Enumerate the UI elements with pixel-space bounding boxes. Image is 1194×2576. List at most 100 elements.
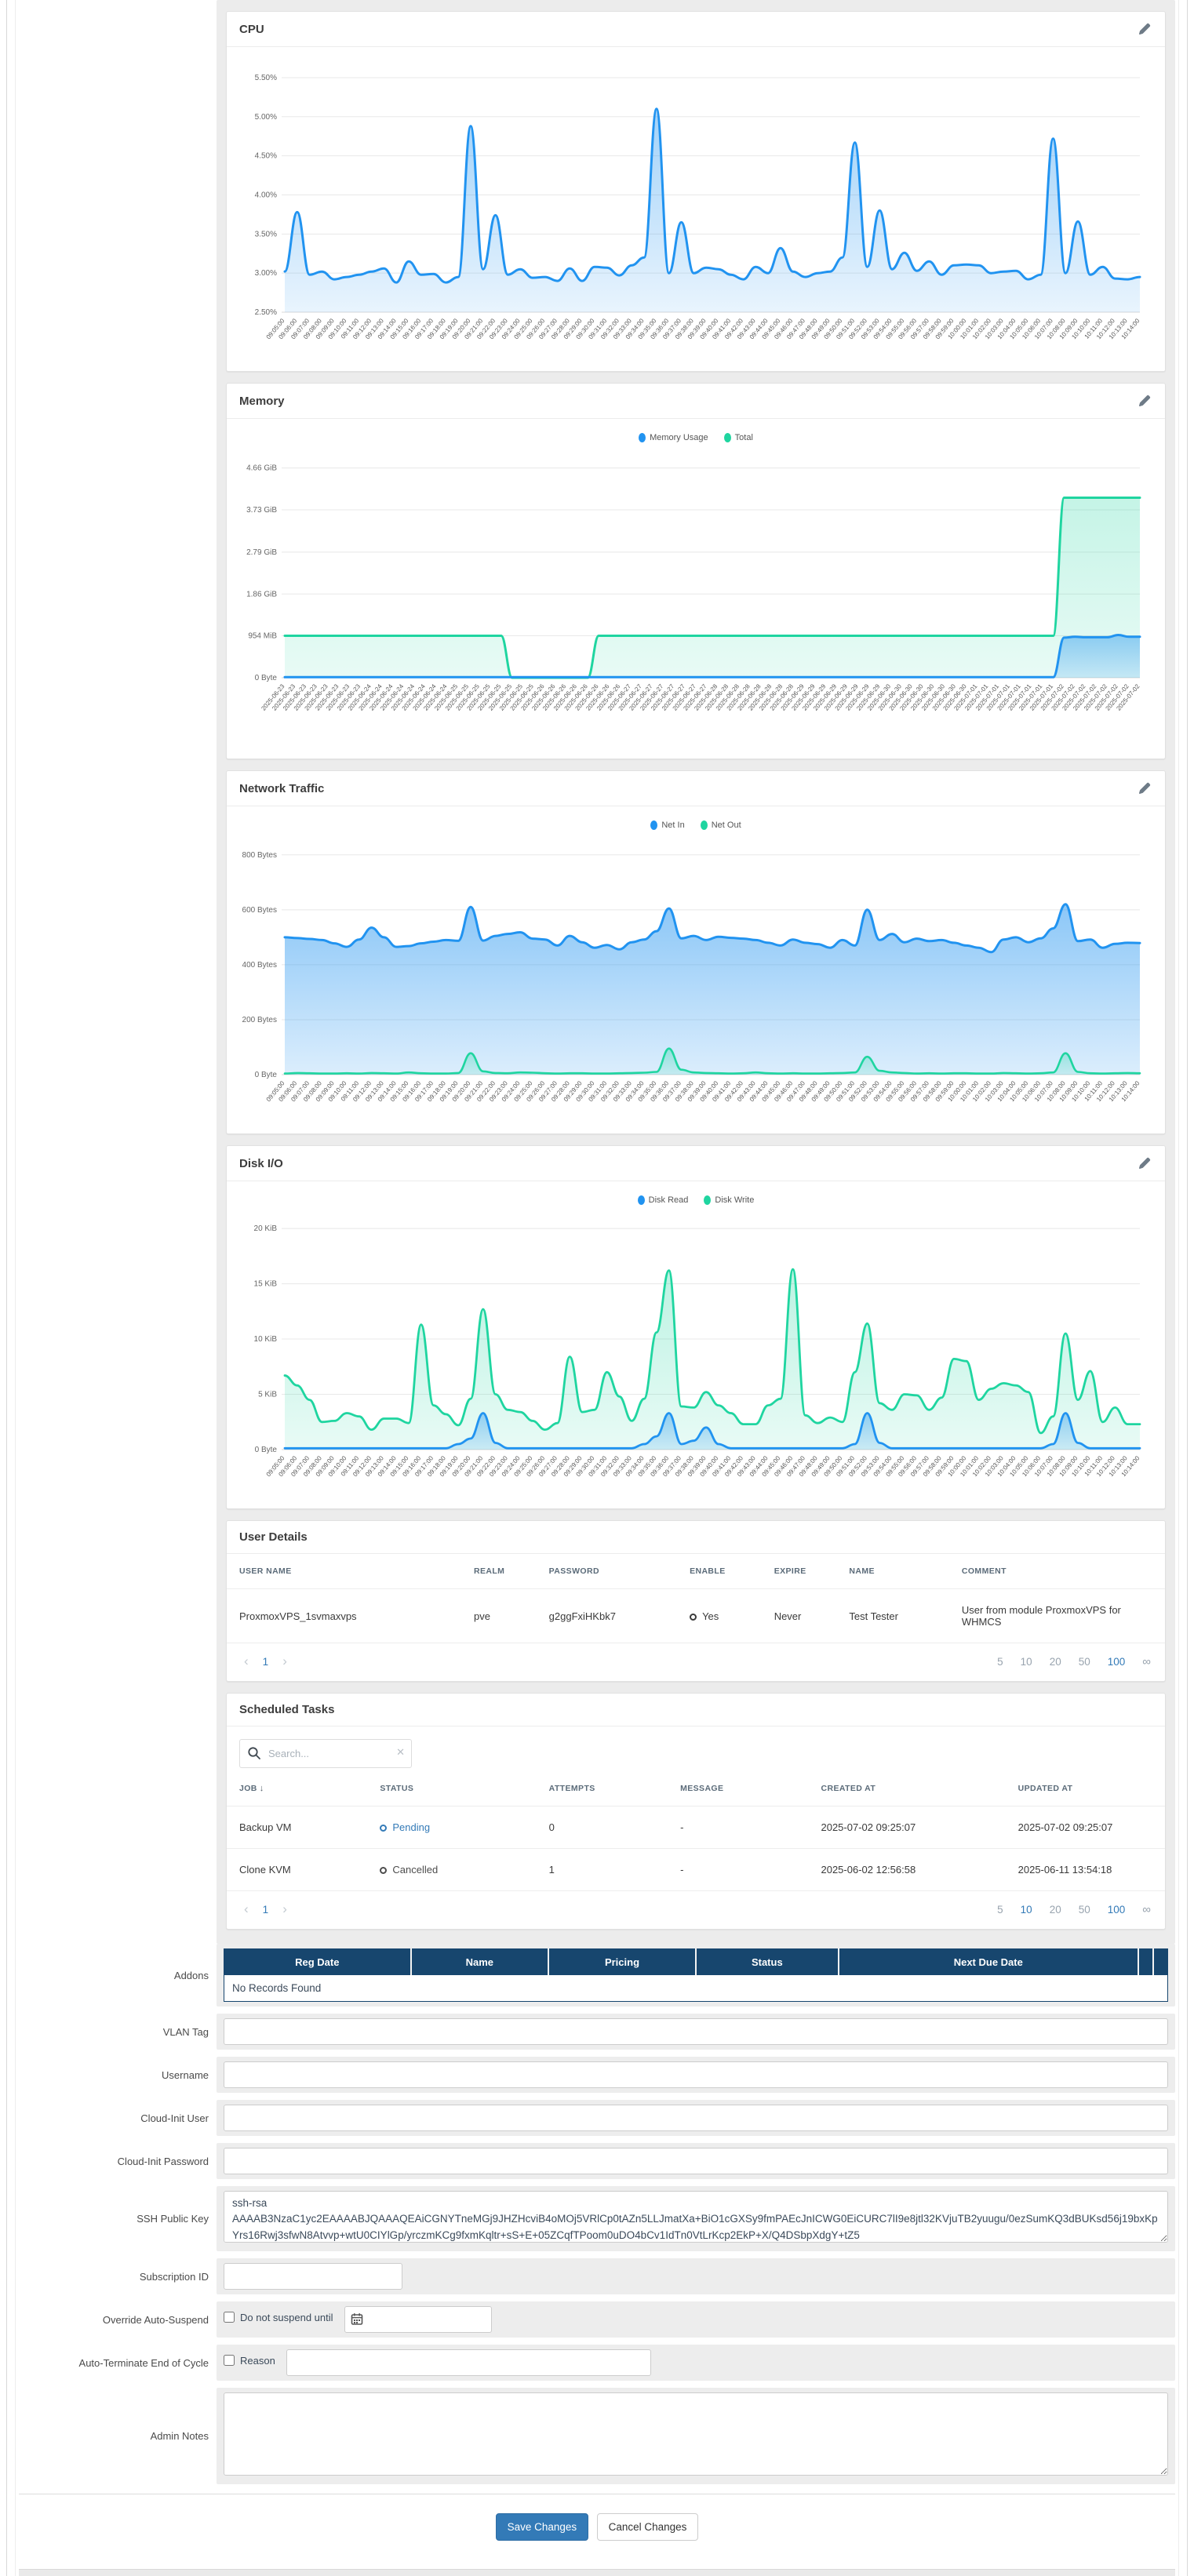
calendar-icon[interactable] (351, 2312, 363, 2326)
svg-text:1.86 GiB: 1.86 GiB (246, 590, 277, 599)
clear-search-icon[interactable]: ✕ (396, 1746, 405, 1759)
action-button-bar: Save Changes Cancel Changes (19, 2494, 1175, 2558)
current-page[interactable]: 1 (263, 1656, 269, 1668)
page-size-50[interactable]: 50 (1079, 1904, 1090, 1916)
col-expire: Expire (762, 1554, 837, 1589)
scheduled-tasks-pagination: ‹ 1 › 5 10 20 50 100 ∞ (227, 1890, 1165, 1929)
svg-text:3.00%: 3.00% (255, 269, 277, 278)
status-cell: Pending (367, 1806, 536, 1849)
cloud-init-user-input[interactable] (224, 2105, 1168, 2131)
auto-terminate-checkbox[interactable] (224, 2355, 235, 2366)
tasks-search: ✕ (239, 1739, 412, 1768)
page-size-5[interactable]: 5 (997, 1904, 1003, 1916)
sort-desc-icon: ↓ (260, 1784, 264, 1793)
edit-pencil-icon[interactable] (1137, 393, 1152, 409)
memory-usage-legend-dot (639, 433, 646, 442)
auto-terminate-label: Auto-Terminate End of Cycle (19, 2357, 217, 2369)
page-size-10[interactable]: 10 (1021, 1904, 1032, 1916)
save-changes-button[interactable]: Save Changes (496, 2513, 589, 2541)
page-size-20[interactable]: 20 (1050, 1904, 1061, 1916)
cloud-init-password-label: Cloud-Init Password (19, 2156, 217, 2167)
net-out-legend-label: Net Out (712, 820, 741, 830)
username-input[interactable] (224, 2061, 1168, 2088)
proxmox-vps-admin-page: CPU 2.50%3.00%3.50%4.00%4.50%5.00%5.50%0… (6, 0, 1188, 2576)
next-page-button[interactable]: › (279, 1654, 290, 1669)
page-bottom-strip (19, 2569, 1175, 2576)
updated-at-cell: 2025-07-02 09:25:07 (1006, 1806, 1165, 1849)
disk-legend: Disk Read Disk Write (235, 1188, 1157, 1205)
subscription-id-input[interactable] (224, 2263, 402, 2290)
search-input[interactable] (239, 1739, 412, 1768)
svg-text:4.50%: 4.50% (255, 152, 277, 161)
vlan-tag-row: VLAN Tag (19, 2014, 1175, 2050)
edit-pencil-icon[interactable] (1137, 21, 1152, 37)
edit-pencil-icon[interactable] (1137, 780, 1152, 796)
job-cell: Backup VM (227, 1806, 367, 1849)
network-legend: Net In Net Out (235, 813, 1157, 830)
cpu-card: CPU 2.50%3.00%3.50%4.00%4.50%5.00%5.50%0… (226, 11, 1166, 372)
addons-label: Addons (19, 1970, 217, 1981)
do-not-suspend-checkbox[interactable] (224, 2312, 235, 2323)
network-traffic-card: Network Traffic Net In Net Out 0 Byte200… (226, 770, 1166, 1134)
svg-text:2.79 GiB: 2.79 GiB (246, 548, 277, 557)
svg-text:954 MiB: 954 MiB (248, 632, 277, 641)
terminate-reason-input[interactable] (286, 2349, 651, 2376)
page-size-50[interactable]: 50 (1079, 1656, 1090, 1668)
svg-text:200 Bytes: 200 Bytes (242, 1016, 277, 1024)
page-frame: CPU 2.50%3.00%3.50%4.00%4.50%5.00%5.50%0… (15, 0, 1179, 2576)
col-status[interactable]: Status (367, 1771, 536, 1806)
reason-label: Reason (240, 2355, 275, 2367)
col-created-at[interactable]: Created At (808, 1771, 1005, 1806)
prev-page-button[interactable]: ‹ (241, 1654, 252, 1669)
attempts-cell: 0 (537, 1806, 668, 1849)
addons-col-spare-1 (1138, 1949, 1153, 1976)
cloud-init-password-input[interactable] (224, 2148, 1168, 2174)
edit-pencil-icon[interactable] (1137, 1155, 1152, 1171)
password-cell: g2ggFxiHKbk7 (537, 1589, 677, 1643)
vlan-tag-input[interactable] (224, 2018, 1168, 2045)
svg-text:5 KiB: 5 KiB (258, 1391, 277, 1399)
col-job[interactable]: Job↓ (227, 1771, 367, 1806)
override-auto-suspend-row: Override Auto-Suspend Do not suspend unt… (19, 2301, 1175, 2338)
admin-notes-textarea[interactable] (224, 2392, 1168, 2476)
memory-total-legend-label: Total (735, 433, 753, 442)
page-size-20[interactable]: 20 (1050, 1656, 1061, 1668)
col-attempts[interactable]: Attempts (537, 1771, 668, 1806)
disk-io-card-title: Disk I/O (239, 1157, 283, 1170)
page-size-10[interactable]: 10 (1021, 1656, 1032, 1668)
cpu-chart: 2.50%3.00%3.50%4.00%4.50%5.00%5.50%09:05… (235, 53, 1157, 369)
addons-row: Addons Reg Date Name Pricing Status Next… (19, 1944, 1175, 2007)
disk-write-legend-label: Disk Write (715, 1195, 754, 1205)
current-page[interactable]: 1 (263, 1904, 269, 1916)
name-cell: Test Tester (836, 1589, 949, 1643)
col-message[interactable]: Message (668, 1771, 808, 1806)
cloud-init-password-row: Cloud-Init Password (19, 2143, 1175, 2179)
col-password: Password (537, 1554, 677, 1589)
svg-text:0 Byte: 0 Byte (255, 1071, 278, 1079)
subscription-id-row: Subscription ID (19, 2258, 1175, 2294)
page-size-100[interactable]: 100 (1108, 1904, 1126, 1916)
page-size-100[interactable]: 100 (1108, 1656, 1126, 1668)
disk-io-card: Disk I/O Disk Read Disk Write 0 Byte5 Ki… (226, 1145, 1166, 1509)
ssh-public-key-textarea[interactable]: ssh-rsa AAAAB3NzaC1yc2EAAAABJQAAAQEAiCGN… (224, 2191, 1168, 2243)
scheduled-tasks-title: Scheduled Tasks (239, 1703, 334, 1716)
task-row: Backup VM Pending 0 - 2025-07-02 09:25:0… (227, 1806, 1165, 1849)
page-size-5[interactable]: 5 (997, 1656, 1003, 1668)
job-cell: Clone KVM (227, 1849, 367, 1891)
user-details-table: User Name Realm Password Enable Expire N… (227, 1554, 1165, 1643)
page-size-all-icon[interactable]: ∞ (1142, 1903, 1151, 1916)
col-updated-at[interactable]: Updated At (1006, 1771, 1165, 1806)
username-row: Username (19, 2057, 1175, 2093)
user-details-title: User Details (239, 1530, 308, 1544)
cpu-card-title: CPU (239, 23, 264, 36)
addons-col-spare-2 (1153, 1949, 1168, 1976)
next-page-button[interactable]: › (279, 1901, 290, 1917)
svg-text:4.66 GiB: 4.66 GiB (246, 464, 277, 473)
charts-area: CPU 2.50%3.00%3.50%4.00%4.50%5.00%5.50%0… (217, 0, 1175, 1944)
suspend-until-date-input[interactable] (344, 2306, 492, 2333)
prev-page-button[interactable]: ‹ (241, 1901, 252, 1917)
cancel-changes-button[interactable]: Cancel Changes (597, 2513, 699, 2541)
page-size-all-icon[interactable]: ∞ (1142, 1655, 1151, 1668)
widgets-row: CPU 2.50%3.00%3.50%4.00%4.50%5.00%5.50%0… (19, 0, 1175, 1944)
do-not-suspend-label: Do not suspend until (240, 2312, 333, 2323)
